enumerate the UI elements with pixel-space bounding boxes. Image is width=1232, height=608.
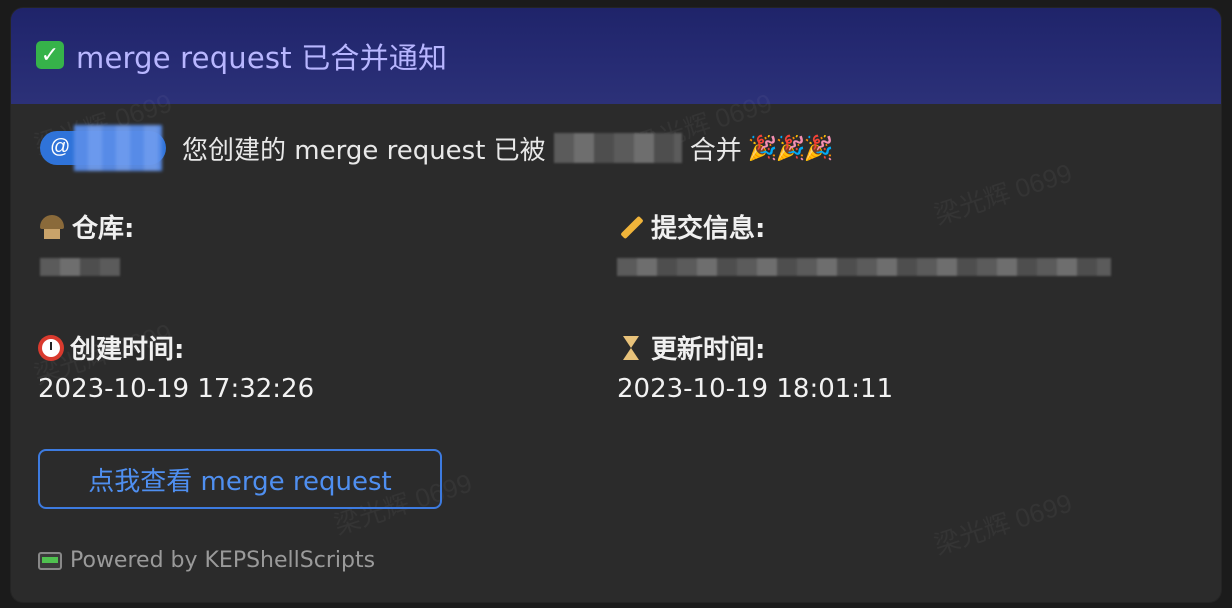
view-merge-request-button[interactable]: 点我查看 merge request <box>38 449 442 509</box>
party-popper-icon: 🎉🎉🎉 <box>747 134 834 162</box>
card-header: ✓ merge request 已合并通知 <box>11 8 1221 104</box>
created-time-label-row: 创建时间: <box>38 329 184 366</box>
commit-message-label-row: 提交信息: <box>617 208 765 245</box>
commit-message-label: 提交信息: <box>651 214 766 244</box>
card-title: merge request 已合并通知 <box>76 41 448 75</box>
created-time-label: 创建时间: <box>70 335 185 365</box>
updated-time-label: 更新时间: <box>651 335 766 365</box>
repository-label-row: 仓库: <box>38 208 134 245</box>
watermark: 梁光辉 0699 <box>929 483 1077 562</box>
redacted-username <box>74 125 162 171</box>
footer-text: Powered by KEPShellScripts <box>70 548 376 573</box>
updated-time-label-row: 更新时间: <box>617 329 765 366</box>
redacted-commit-message-value <box>617 258 1111 276</box>
card-body: 梁光辉 0699 梁光辉 0699 梁光辉 0699 梁光辉 0699 梁光辉 … <box>11 88 1221 602</box>
created-time-value: 2023-10-19 17:32:26 <box>38 374 315 404</box>
check-mark-icon: ✓ <box>36 41 64 69</box>
repository-label: 仓库: <box>72 214 135 244</box>
intro-text-after: 合并 <box>689 135 742 166</box>
updated-time-value: 2023-10-19 18:01:11 <box>617 374 894 404</box>
mention-at-sign: @ <box>50 136 71 158</box>
footer: Powered by KEPShellScripts <box>38 548 375 573</box>
redacted-merger-name <box>553 133 682 163</box>
hourglass-icon <box>617 334 645 362</box>
warehouse-icon <box>38 213 66 241</box>
terminal-icon <box>38 551 62 570</box>
user-mention[interactable]: @ <box>40 125 166 171</box>
merge-intro-line: @ 您创建的 merge request 已被 合并 🎉🎉🎉 <box>40 125 834 171</box>
redacted-repository-value <box>40 258 120 276</box>
intro-text-before: 您创建的 merge request 已被 <box>182 135 546 166</box>
notification-card: ✓ merge request 已合并通知 梁光辉 0699 梁光辉 0699 … <box>11 8 1221 602</box>
alarm-clock-icon <box>38 334 64 361</box>
watermark: 梁光辉 0699 <box>929 153 1077 232</box>
pencil-icon <box>617 213 645 241</box>
